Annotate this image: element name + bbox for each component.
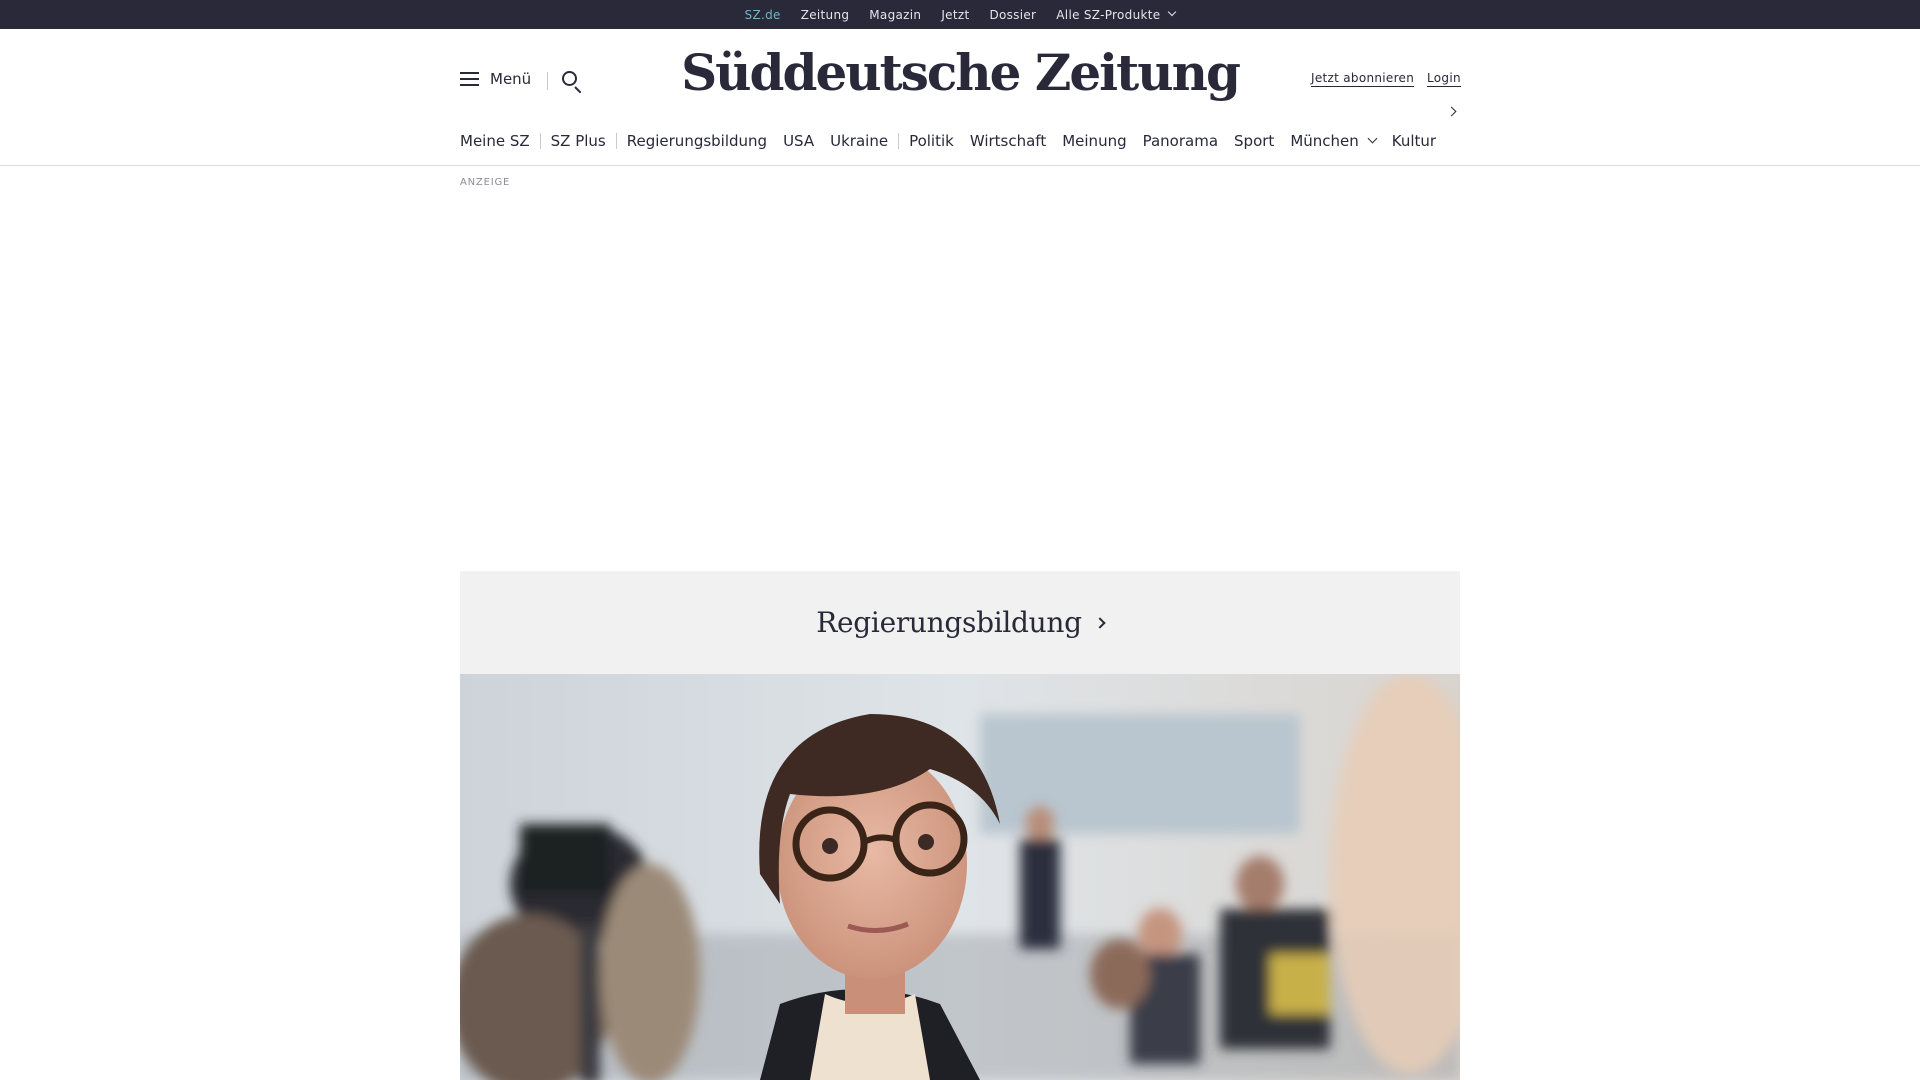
all-products-dropdown[interactable]: Alle SZ-Produkte — [1056, 7, 1177, 22]
chevron-down-icon — [1168, 7, 1177, 16]
product-link-magazin[interactable]: Magazin — [869, 8, 921, 22]
nav-item-meinung[interactable]: Meinung — [1062, 132, 1126, 150]
hero-photo — [460, 674, 1460, 1080]
nav-item-muenchen-dropdown[interactable]: München — [1290, 132, 1378, 150]
nav-item-wirtschaft[interactable]: Wirtschaft — [970, 132, 1046, 150]
nav-item-sz-plus[interactable]: SZ Plus — [551, 132, 606, 150]
site-header: Menü Süddeutsche Zeitung Jetzt abonniere… — [0, 29, 1920, 166]
nav-scroll-next-button[interactable] — [1446, 106, 1460, 118]
ad-label: ANZEIGE — [460, 177, 511, 188]
product-link-all[interactable]: Alle SZ-Produkte — [1056, 8, 1160, 22]
teaser-header[interactable]: Regierungsbildung — [460, 571, 1460, 674]
nav-item-panorama[interactable]: Panorama — [1143, 132, 1218, 150]
menu-label: Menü — [490, 70, 532, 88]
product-nav: SZ.de Zeitung Magazin Jetzt Dossier Alle… — [0, 0, 1920, 34]
nav-item-ukraine[interactable]: Ukraine — [830, 132, 888, 150]
menu-button[interactable]: Menü — [460, 70, 531, 88]
nav-item-meine-sz[interactable]: Meine SZ — [460, 132, 530, 150]
chevron-right-icon — [1446, 106, 1457, 117]
nav-item-kultur[interactable]: Kultur — [1392, 132, 1436, 150]
nav-item-usa[interactable]: USA — [783, 132, 814, 150]
product-link-sz-de[interactable]: SZ.de — [745, 8, 781, 34]
site-logo[interactable]: Süddeutsche Zeitung — [640, 43, 1280, 102]
product-link-dossier[interactable]: Dossier — [989, 8, 1036, 22]
section-nav: Meine SZ SZ Plus Regierungsbildung USA U… — [460, 130, 1452, 152]
hamburger-icon — [460, 72, 479, 86]
product-link-zeitung[interactable]: Zeitung — [801, 8, 850, 22]
hero-image[interactable] — [460, 674, 1460, 1080]
nav-item-regierungsbildung[interactable]: Regierungsbildung — [627, 132, 767, 150]
nav-divider — [615, 133, 617, 149]
top-product-bar: SZ.de Zeitung Magazin Jetzt Dossier Alle… — [0, 0, 1920, 34]
product-link-jetzt[interactable]: Jetzt — [941, 8, 969, 22]
search-button[interactable] — [562, 71, 584, 94]
header-divider — [547, 72, 548, 90]
nav-item-politik[interactable]: Politik — [909, 132, 954, 150]
nav-divider — [898, 133, 900, 149]
teaser-title: Regierungsbildung — [816, 606, 1082, 639]
login-link[interactable]: Login — [1427, 71, 1461, 87]
nav-divider — [539, 133, 541, 149]
nav-item-muenchen: München — [1290, 132, 1359, 150]
chevron-right-icon — [1094, 616, 1106, 629]
nav-item-sport[interactable]: Sport — [1234, 132, 1274, 150]
chevron-down-icon — [1367, 133, 1378, 143]
subscribe-link[interactable]: Jetzt abonnieren — [1311, 71, 1415, 87]
